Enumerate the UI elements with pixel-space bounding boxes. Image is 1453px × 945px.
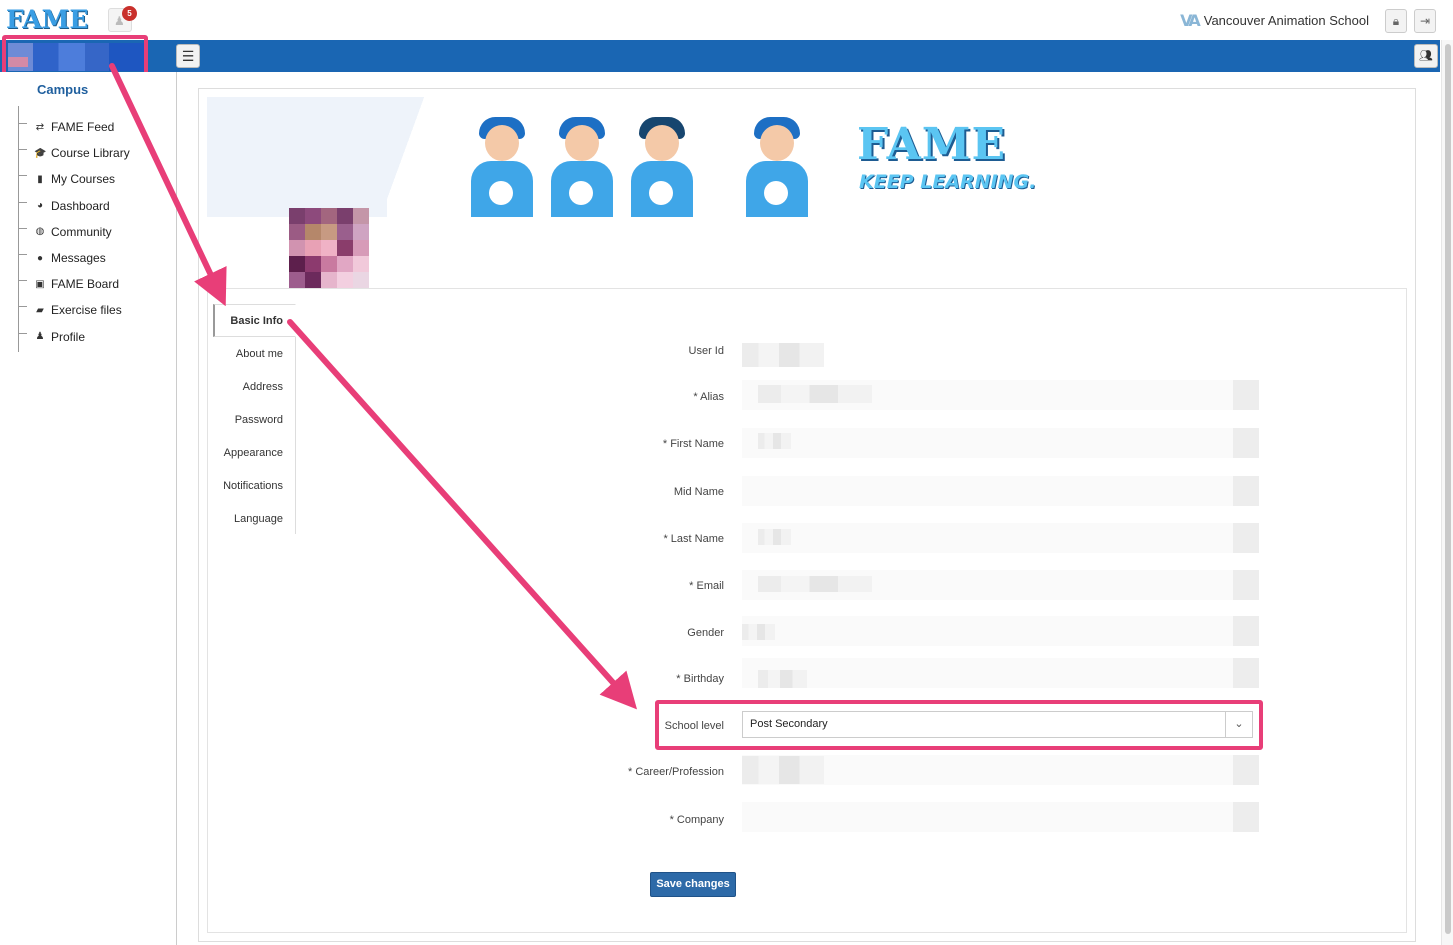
character-illustration	[627, 117, 697, 217]
first-name-label: * First Name	[662, 438, 724, 450]
banner-tagline: KEEP LEARNING.	[859, 171, 1037, 193]
company-field[interactable]	[742, 802, 1259, 832]
user-id-value	[742, 343, 824, 367]
banner-title: FAME	[857, 119, 1007, 170]
notifications-button[interactable]: ♟ 5	[108, 6, 137, 32]
sidebar-item-messages[interactable]: ● Messages	[18, 245, 130, 271]
tab-address[interactable]: Address	[213, 370, 295, 403]
character-illustration	[547, 117, 617, 217]
notification-badge: 5	[122, 6, 137, 21]
company-label: * Company	[669, 814, 724, 826]
gender-label: Gender	[687, 627, 724, 639]
first-name-field[interactable]	[742, 428, 1259, 458]
retweet-icon: ⇄	[35, 121, 45, 133]
globe-icon: ◍	[35, 226, 45, 238]
app-window: FAME ♟ 5 VA Vancouver Animation School 🔒…	[0, 0, 1453, 945]
annotation-box-school-level	[655, 700, 1263, 750]
users-icon: 👥︎	[1419, 50, 1433, 62]
nav-bar	[0, 40, 1440, 72]
tab-language[interactable]: Language	[213, 502, 295, 535]
hamburger-icon: ☰	[181, 48, 195, 64]
gender-field[interactable]	[742, 616, 1259, 646]
school-logo-icon: VA	[1180, 11, 1201, 30]
logout-button[interactable]: ⇥	[1414, 9, 1436, 33]
lock-icon: 🔒︎	[1392, 14, 1400, 28]
profile-banner: FAME KEEP LEARNING.	[207, 97, 1067, 217]
dashboard-icon: ◕	[36, 200, 44, 212]
sidebar-item-fame-board[interactable]: ▣ FAME Board	[18, 271, 130, 297]
user-icon: ♟	[35, 331, 45, 343]
scrollbar-thumb[interactable]	[1445, 44, 1451, 934]
sidebar-item-label: Exercise files	[51, 303, 122, 318]
sidebar-item-label: Profile	[51, 329, 86, 344]
profile-tabs: Basic Info About me Address Password App…	[213, 304, 296, 534]
menu-toggle-button[interactable]: ☰	[176, 44, 200, 68]
career-label: * Career/Profession	[628, 766, 724, 778]
sidebar-item-label: FAME Feed	[51, 120, 115, 135]
sign-out-icon: ⇥	[1419, 14, 1431, 28]
sidebar-item-label: Dashboard	[51, 198, 110, 213]
sidebar-item-label: FAME Board	[51, 277, 120, 292]
character-illustration	[467, 117, 537, 217]
birthday-label: * Birthday	[676, 673, 724, 685]
user-id-label: User Id	[688, 345, 724, 357]
email-label: * Email	[689, 580, 724, 592]
school-name: Vancouver Animation School	[1203, 13, 1369, 28]
avatar[interactable]	[289, 208, 369, 288]
scrollbar[interactable]	[1441, 40, 1453, 945]
last-name-label: * Last Name	[663, 533, 724, 545]
sidebar-item-community[interactable]: ◍ Community	[18, 219, 130, 245]
sidebar-item-label: Messages	[51, 251, 106, 266]
image-icon: ▣	[35, 278, 45, 290]
tab-password[interactable]: Password	[213, 403, 295, 436]
folder-open-icon: ▰	[36, 304, 44, 316]
birthday-field[interactable]	[742, 658, 1259, 688]
comment-icon: ●	[36, 252, 44, 264]
sidebar-item-label: My Courses	[51, 172, 116, 187]
sidebar-item-course-library[interactable]: 🎓 Course Library	[18, 140, 130, 166]
sidebar-item-dashboard[interactable]: ◕ Dashboard	[18, 193, 130, 219]
lock-button[interactable]: 🔒︎	[1385, 9, 1407, 33]
school-identity: VA Vancouver Animation School	[1180, 11, 1369, 30]
sidebar-item-label: Course Library	[51, 146, 130, 161]
mid-name-label: Mid Name	[673, 486, 724, 498]
alias-label: * Alias	[693, 391, 724, 403]
sidebar-item-label: Community	[51, 224, 112, 239]
users-button[interactable]: 👥︎	[1414, 44, 1438, 68]
tab-about-me[interactable]: About me	[213, 337, 295, 370]
sidebar-section-title: Campus	[37, 82, 89, 97]
sidebar-item-exercise-files[interactable]: ▰ Exercise files	[18, 297, 130, 323]
fame-logo[interactable]: FAME	[6, 5, 88, 34]
graduation-cap-icon: 🎓	[34, 147, 47, 159]
sidebar-item-profile[interactable]: ♟ Profile	[18, 324, 130, 350]
tab-notifications[interactable]: Notifications	[213, 469, 295, 502]
top-bar: FAME ♟ 5 VA Vancouver Animation School 🔒…	[0, 0, 1453, 40]
character-illustration	[742, 117, 812, 217]
sidebar: Campus ⇄ FAME Feed 🎓 Course Library ▮ My Co…	[0, 72, 177, 945]
sidebar-item-my-courses[interactable]: ▮ My Courses	[18, 166, 130, 192]
book-icon: ▮	[37, 173, 43, 185]
mid-name-field[interactable]	[742, 476, 1259, 506]
sidebar-nav: ⇄ FAME Feed 🎓 Course Library ▮ My Courses ◕…	[18, 114, 130, 350]
tab-appearance[interactable]: Appearance	[213, 436, 295, 469]
sidebar-item-fame-feed[interactable]: ⇄ FAME Feed	[18, 114, 130, 140]
last-name-field[interactable]	[742, 523, 1259, 553]
save-changes-button[interactable]: Save changes	[650, 872, 736, 897]
tab-basic-info[interactable]: Basic Info	[213, 304, 296, 337]
